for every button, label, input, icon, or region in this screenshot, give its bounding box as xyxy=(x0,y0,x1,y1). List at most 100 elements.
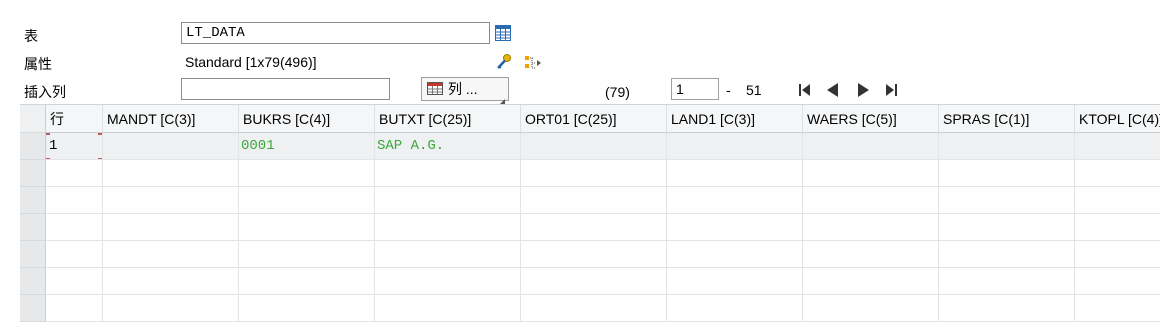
table-label: 表 xyxy=(24,28,38,44)
empty-cell[interactable] xyxy=(521,187,667,214)
empty-cell[interactable] xyxy=(103,160,239,187)
empty-cell[interactable] xyxy=(1075,268,1160,295)
cell-ktopl[interactable] xyxy=(1075,133,1160,160)
row-selector[interactable] xyxy=(20,133,46,160)
empty-cell[interactable] xyxy=(239,214,375,241)
empty-cell[interactable] xyxy=(1075,160,1160,187)
column-header-bukrs[interactable]: BUKRS [C(4)] xyxy=(239,105,375,133)
insert-column-label: 插入列 xyxy=(24,84,66,100)
empty-cell[interactable] xyxy=(939,214,1075,241)
empty-cell[interactable] xyxy=(46,241,103,268)
empty-cell[interactable] xyxy=(375,295,521,322)
dropdown-corner-icon xyxy=(499,92,505,105)
empty-cell[interactable] xyxy=(521,214,667,241)
empty-cell[interactable] xyxy=(239,187,375,214)
empty-cell[interactable] xyxy=(803,160,939,187)
column-header-ort01[interactable]: ORT01 [C(25)] xyxy=(521,105,667,133)
columns-button[interactable]: 列 ... xyxy=(421,77,509,105)
empty-cell[interactable] xyxy=(103,187,239,214)
cell-ort01[interactable] xyxy=(521,133,667,160)
insert-column-field[interactable] xyxy=(181,78,390,100)
empty-cell[interactable] xyxy=(803,295,939,322)
empty-cell[interactable] xyxy=(939,160,1075,187)
empty-cell[interactable] xyxy=(521,295,667,322)
empty-cell[interactable] xyxy=(667,295,803,322)
table-name-field[interactable]: LT_DATA xyxy=(181,22,490,44)
empty-cell[interactable] xyxy=(46,160,103,187)
empty-cell[interactable] xyxy=(939,187,1075,214)
empty-cell[interactable] xyxy=(103,295,239,322)
empty-cell[interactable] xyxy=(375,187,521,214)
data-grid: 行 MANDT [C(3)] BUKRS [C(4)] BUTXT [C(25)… xyxy=(20,104,1160,325)
grid-corner[interactable] xyxy=(20,105,46,133)
empty-cell[interactable] xyxy=(46,268,103,295)
empty-cell[interactable] xyxy=(239,241,375,268)
column-header-mandt[interactable]: MANDT [C(3)] xyxy=(103,105,239,133)
empty-cell[interactable] xyxy=(375,241,521,268)
row-selector[interactable] xyxy=(20,241,46,268)
empty-cell[interactable] xyxy=(375,268,521,295)
page-from-input[interactable]: 1 xyxy=(671,78,719,100)
prev-page-icon[interactable] xyxy=(823,80,843,100)
first-page-icon[interactable] xyxy=(795,80,815,100)
empty-cell[interactable] xyxy=(239,295,375,322)
column-header-land1[interactable]: LAND1 [C(3)] xyxy=(667,105,803,133)
cell-spras[interactable] xyxy=(939,133,1075,160)
empty-cell[interactable] xyxy=(803,214,939,241)
row-count: (79) xyxy=(605,84,630,100)
empty-cell[interactable] xyxy=(46,214,103,241)
empty-cell[interactable] xyxy=(521,160,667,187)
column-header-ktopl[interactable]: KTOPL [C(4)] xyxy=(1075,105,1160,133)
empty-cell[interactable] xyxy=(667,187,803,214)
empty-cell[interactable] xyxy=(521,268,667,295)
row-selector[interactable] xyxy=(20,187,46,214)
row-number-header: 行 xyxy=(46,105,103,133)
cell-mandt[interactable] xyxy=(103,133,239,160)
empty-cell[interactable] xyxy=(1075,295,1160,322)
row-selector[interactable] xyxy=(20,214,46,241)
last-page-icon[interactable] xyxy=(881,80,901,100)
table-icon[interactable] xyxy=(495,25,511,41)
empty-cell[interactable] xyxy=(667,160,803,187)
empty-cell[interactable] xyxy=(103,241,239,268)
empty-cell[interactable] xyxy=(375,214,521,241)
tree-icon[interactable] xyxy=(524,54,542,72)
empty-cell[interactable] xyxy=(521,241,667,268)
column-header-butxt[interactable]: BUTXT [C(25)] xyxy=(375,105,521,133)
empty-cell[interactable] xyxy=(103,214,239,241)
empty-cell[interactable] xyxy=(103,268,239,295)
column-header-spras[interactable]: SPRAS [C(1)] xyxy=(939,105,1075,133)
key-icon[interactable] xyxy=(495,53,513,71)
page-to: 51 xyxy=(746,82,762,98)
row-selector[interactable] xyxy=(20,295,46,322)
empty-cell[interactable] xyxy=(1075,214,1160,241)
empty-cell[interactable] xyxy=(939,241,1075,268)
empty-cell[interactable] xyxy=(667,268,803,295)
empty-cell[interactable] xyxy=(46,295,103,322)
cell-butxt[interactable]: SAP A.G. xyxy=(375,133,521,160)
empty-cell[interactable] xyxy=(239,160,375,187)
row-number-cell[interactable]: 1 xyxy=(46,133,103,160)
cell-land1[interactable] xyxy=(667,133,803,160)
columns-button-label: 列 ... xyxy=(448,81,478,97)
attributes-label: 属性 xyxy=(24,56,52,72)
empty-cell[interactable] xyxy=(375,160,521,187)
empty-cell[interactable] xyxy=(46,187,103,214)
row-selector[interactable] xyxy=(20,160,46,187)
empty-cell[interactable] xyxy=(1075,187,1160,214)
empty-cell[interactable] xyxy=(667,241,803,268)
page-dash: - xyxy=(726,82,731,98)
column-header-waers[interactable]: WAERS [C(5)] xyxy=(803,105,939,133)
row-selector[interactable] xyxy=(20,268,46,295)
empty-cell[interactable] xyxy=(803,241,939,268)
empty-cell[interactable] xyxy=(939,295,1075,322)
empty-cell[interactable] xyxy=(803,187,939,214)
cell-bukrs[interactable]: 0001 xyxy=(239,133,375,160)
empty-cell[interactable] xyxy=(667,214,803,241)
empty-cell[interactable] xyxy=(939,268,1075,295)
next-page-icon[interactable] xyxy=(853,80,873,100)
empty-cell[interactable] xyxy=(803,268,939,295)
cell-waers[interactable] xyxy=(803,133,939,160)
empty-cell[interactable] xyxy=(239,268,375,295)
empty-cell[interactable] xyxy=(1075,241,1160,268)
